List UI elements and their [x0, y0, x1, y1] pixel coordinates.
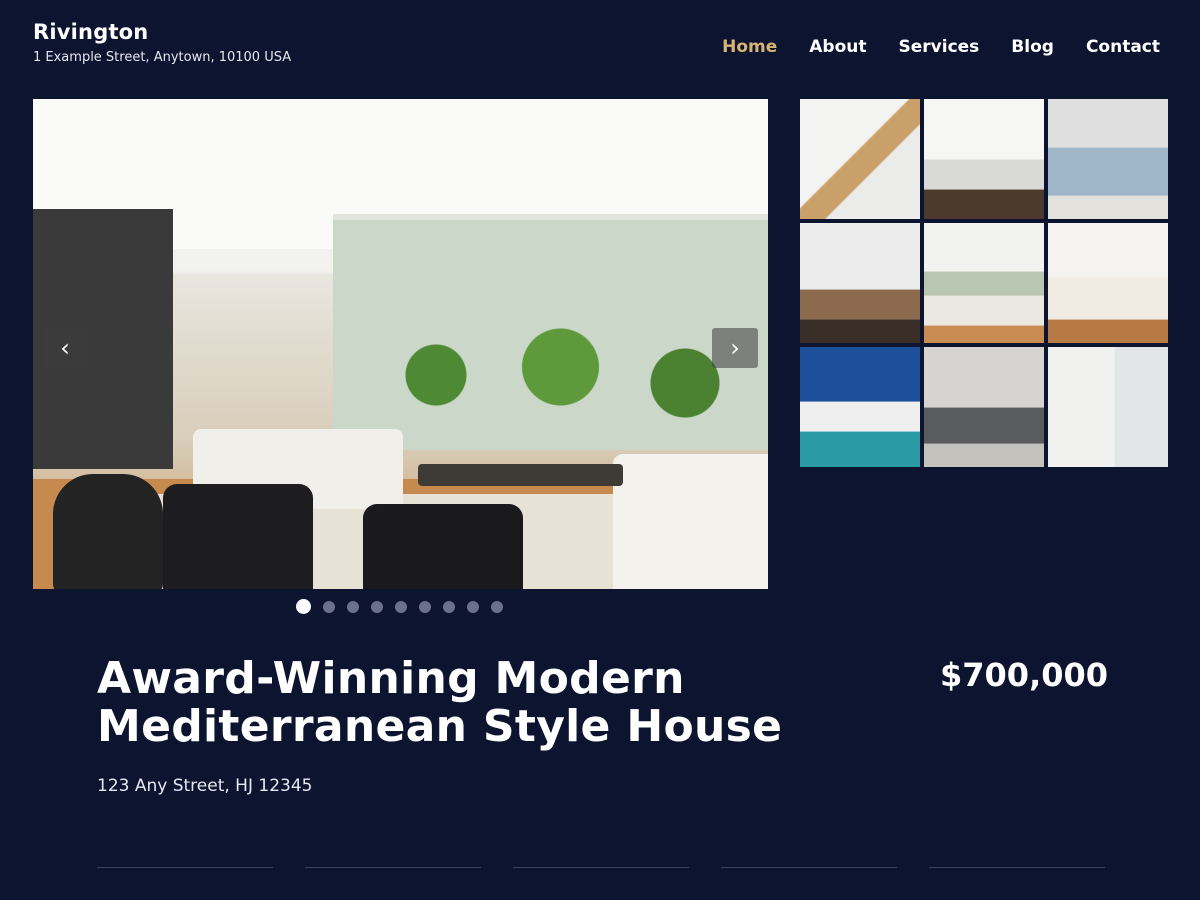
thumbnail-living-room[interactable] [800, 223, 920, 343]
gallery-dot-8[interactable] [467, 600, 479, 613]
listing-title-line1: Award-Winning Modern [97, 653, 685, 704]
section-dividers [97, 867, 1105, 868]
gallery-pagination [296, 599, 503, 614]
thumbnail-hallway[interactable] [924, 347, 1044, 467]
thumbnail-grid [800, 99, 1168, 467]
hero-photo-chair [163, 484, 313, 589]
thumbnail-lounge[interactable] [924, 223, 1044, 343]
hero-photo-sofa [613, 454, 768, 589]
divider [929, 867, 1105, 868]
gallery-dot-1[interactable] [296, 599, 311, 614]
listing-title: Award-Winning Modern Mediterranean Style… [97, 655, 857, 751]
thumbnail-staircase[interactable] [800, 99, 920, 219]
gallery-dot-6[interactable] [419, 600, 431, 613]
gallery-dot-2[interactable] [323, 600, 335, 613]
divider [721, 867, 897, 868]
nav-about[interactable]: About [809, 37, 866, 57]
gallery-prev-button[interactable]: ‹ [42, 328, 88, 368]
main-nav: Home About Services Blog Contact [722, 37, 1160, 57]
hero-photo-bench [418, 464, 623, 486]
chevron-left-icon: ‹ [60, 334, 70, 362]
thumbnail-kitchen[interactable] [924, 99, 1044, 219]
nav-contact[interactable]: Contact [1086, 37, 1160, 57]
nav-home[interactable]: Home [722, 37, 777, 57]
hero-photo-plants [353, 279, 768, 439]
main-gallery-image[interactable] [33, 99, 768, 589]
hero-photo-chair [363, 504, 523, 589]
chevron-right-icon: › [730, 334, 740, 362]
gallery-dot-4[interactable] [371, 600, 383, 613]
gallery-dot-9[interactable] [491, 600, 503, 613]
listing-title-line2: Mediterranean Style House [97, 701, 783, 752]
divider [305, 867, 481, 868]
brand[interactable]: Rivington 1 Example Street, Anytown, 101… [33, 20, 291, 65]
divider [513, 867, 689, 868]
gallery-dot-3[interactable] [347, 600, 359, 613]
gallery-dot-7[interactable] [443, 600, 455, 613]
thumbnail-exterior-pool[interactable] [800, 347, 920, 467]
thumbnail-bathroom[interactable] [1048, 347, 1168, 467]
gallery-dot-5[interactable] [395, 600, 407, 613]
gallery-next-button[interactable]: › [712, 328, 758, 368]
divider [97, 867, 273, 868]
nav-services[interactable]: Services [899, 37, 980, 57]
hero-photo-table [53, 474, 163, 589]
brand-name[interactable]: Rivington [33, 20, 291, 44]
nav-blog[interactable]: Blog [1011, 37, 1054, 57]
thumbnail-bedroom-2[interactable] [1048, 223, 1168, 343]
thumbnail-bedroom[interactable] [1048, 99, 1168, 219]
listing-address: 123 Any Street, HJ 12345 [97, 776, 313, 796]
listing-price: $700,000 [940, 656, 1109, 694]
brand-address: 1 Example Street, Anytown, 10100 USA [33, 50, 292, 65]
